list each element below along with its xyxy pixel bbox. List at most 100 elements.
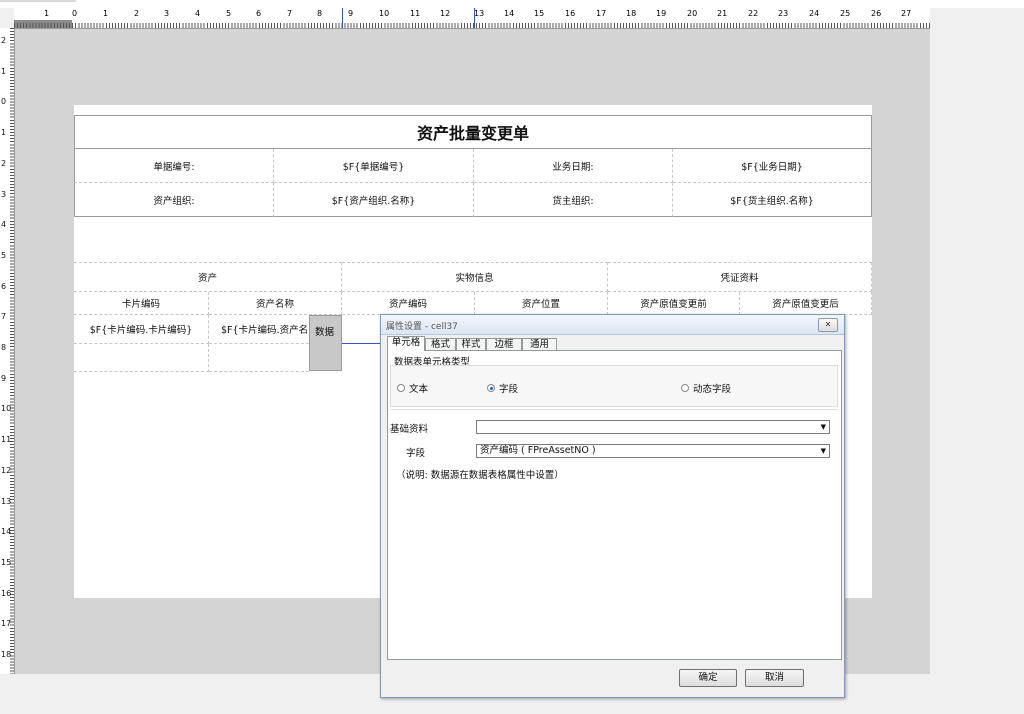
ruler-label: 2 bbox=[1, 158, 7, 168]
ruler-marker bbox=[474, 8, 475, 28]
radio-label: 文本 bbox=[409, 384, 429, 395]
ruler-label: 1 bbox=[44, 9, 50, 18]
ruler-label: 13 bbox=[1, 496, 12, 506]
ruler-label: 6 bbox=[1, 281, 7, 291]
column-header[interactable]: 资产原值变更前 bbox=[608, 292, 740, 315]
basic-data-select[interactable]: ▼ bbox=[476, 420, 830, 434]
tab-format[interactable]: 格式 bbox=[425, 338, 456, 350]
empty-cell[interactable] bbox=[209, 344, 309, 372]
ruler-label: 0 bbox=[72, 9, 78, 18]
field-cell[interactable]: $F{单据编号} bbox=[274, 149, 474, 183]
ruler-label: 5 bbox=[226, 9, 232, 18]
radio-indicator[interactable] bbox=[397, 384, 405, 392]
ruler-label: 18 bbox=[626, 9, 637, 18]
radio-dynamic-field[interactable]: 动态字段 bbox=[681, 381, 731, 395]
cancel-button[interactable]: 取消 bbox=[745, 669, 804, 687]
ruler-label: 10 bbox=[1, 404, 12, 414]
label-cell[interactable]: 货主组织: bbox=[474, 183, 673, 217]
property-dialog: 属性设置 - cell37 ✕ 单元格 格式 样式 边框 通用 数据表单元格类型… bbox=[380, 314, 845, 698]
tab-border[interactable]: 边框 bbox=[486, 338, 522, 350]
dialog-title-bar[interactable]: 属性设置 - cell37 ✕ bbox=[381, 315, 844, 335]
ruler-label: 1 bbox=[1, 128, 7, 138]
ruler-label: 6 bbox=[256, 9, 262, 18]
vertical-ruler: 2 1 0 1 2 3 4 5 6 7 8 9 10 11 12 13 14 15 16 17 18 bbox=[0, 28, 15, 674]
ruler-label: 14 bbox=[1, 527, 12, 537]
ruler-label: 3 bbox=[164, 9, 170, 18]
field-label: 字段 bbox=[406, 448, 426, 459]
tab-style[interactable]: 样式 bbox=[456, 338, 486, 350]
radio-field[interactable]: 字段 bbox=[487, 381, 518, 395]
label-cell[interactable]: 单据编号: bbox=[74, 149, 274, 183]
ruler-label: 17 bbox=[1, 619, 12, 629]
ruler-label: 14 bbox=[504, 9, 515, 18]
selected-cell[interactable]: 数据 bbox=[309, 315, 342, 371]
ruler-label: 20 bbox=[687, 9, 698, 18]
column-header[interactable]: 资产位置 bbox=[475, 292, 608, 315]
group-header-physical[interactable]: 实物信息 bbox=[342, 262, 608, 292]
basic-data-label: 基础资料 bbox=[390, 424, 429, 435]
ruler-label: 7 bbox=[1, 312, 7, 322]
close-icon[interactable]: ✕ bbox=[818, 318, 838, 332]
ruler-label: 15 bbox=[1, 557, 12, 567]
ruler-label: 9 bbox=[1, 373, 7, 383]
radio-text[interactable]: 文本 bbox=[397, 381, 428, 395]
ruler-label: 11 bbox=[410, 9, 421, 18]
tab-panel: 数据表单元格类型 文本 字段 动态字段 基础资料 ▼ 字段 资产编码 ( FPr… bbox=[387, 350, 842, 660]
ruler-label: 2 bbox=[134, 9, 140, 18]
ruler-label: 23 bbox=[778, 9, 789, 18]
ruler-label: 22 bbox=[748, 9, 759, 18]
ruler-label: 16 bbox=[565, 9, 576, 18]
ruler-label: 3 bbox=[1, 189, 7, 199]
ruler-label: 7 bbox=[287, 9, 293, 18]
ruler-label: 11 bbox=[1, 435, 12, 445]
column-header[interactable]: 资产原值变更后 bbox=[740, 292, 872, 315]
column-header[interactable]: 资产名称 bbox=[209, 292, 342, 315]
ruler-label: 16 bbox=[1, 588, 12, 598]
ruler-label: 9 bbox=[348, 9, 354, 18]
radio-indicator[interactable] bbox=[487, 384, 495, 392]
ok-button[interactable]: 确定 bbox=[679, 669, 737, 687]
label-cell[interactable]: 资产组织: bbox=[74, 183, 274, 217]
field-cell[interactable]: $F{货主组织.名称} bbox=[673, 183, 872, 217]
ruler-label: 19 bbox=[656, 9, 667, 18]
ruler-label: 4 bbox=[1, 220, 7, 230]
field-cell[interactable]: $F{资产组织.名称} bbox=[274, 183, 474, 217]
group-header-voucher[interactable]: 凭证资料 bbox=[608, 262, 872, 292]
chevron-down-icon[interactable]: ▼ bbox=[821, 445, 826, 457]
data-cell[interactable]: $F{卡片编码.资产名 bbox=[209, 315, 309, 344]
ruler-label: 21 bbox=[717, 9, 728, 18]
ruler-label: 8 bbox=[317, 9, 323, 18]
ruler-label: 12 bbox=[1, 465, 12, 475]
ruler-label: 2 bbox=[1, 36, 7, 45]
chevron-down-icon[interactable]: ▼ bbox=[821, 421, 826, 433]
data-cell[interactable]: $F{卡片编码.卡片编码} bbox=[74, 315, 209, 344]
description-note: （说明: 数据源在数据表格属性中设置） bbox=[396, 470, 564, 481]
ruler-label: 4 bbox=[195, 9, 201, 18]
column-header[interactable]: 卡片编码 bbox=[74, 292, 209, 315]
report-title[interactable]: 资产批量变更单 bbox=[74, 115, 872, 149]
column-header[interactable]: 资产编码 bbox=[342, 292, 475, 315]
ruler-label: 18 bbox=[1, 650, 12, 659]
field-select[interactable]: 资产编码 ( FPreAssetNO ) ▼ bbox=[476, 444, 830, 458]
radio-label: 动态字段 bbox=[693, 384, 732, 395]
field-value: 资产编码 ( FPreAssetNO ) bbox=[480, 445, 596, 456]
ruler-label: 8 bbox=[1, 343, 7, 352]
ruler-label: 24 bbox=[809, 9, 820, 18]
field-cell[interactable]: $F{业务日期} bbox=[673, 149, 872, 183]
ruler-label: 1 bbox=[1, 66, 7, 76]
cell-type-group: 文本 字段 动态字段 bbox=[390, 365, 838, 407]
ruler-marker bbox=[342, 8, 343, 28]
tab-cell[interactable]: 单元格 bbox=[387, 336, 425, 351]
horizontal-ruler: 1 0 1 2 3 4 5 6 7 8 9 10 11 12 13 14 15 16 17 18 19 20 21 22 23 2… bbox=[14, 8, 930, 29]
data-cell[interactable] bbox=[342, 315, 382, 344]
ruler-label: 15 bbox=[534, 9, 545, 18]
group-header-asset[interactable]: 资产 bbox=[74, 262, 342, 292]
ruler-label: 12 bbox=[440, 9, 451, 18]
ruler-label: 27 bbox=[901, 9, 912, 18]
radio-label: 字段 bbox=[499, 384, 519, 395]
tab-general[interactable]: 通用 bbox=[522, 338, 557, 350]
empty-cell[interactable] bbox=[74, 344, 209, 372]
divider bbox=[390, 409, 838, 410]
radio-indicator[interactable] bbox=[681, 384, 689, 392]
label-cell[interactable]: 业务日期: bbox=[474, 149, 673, 183]
